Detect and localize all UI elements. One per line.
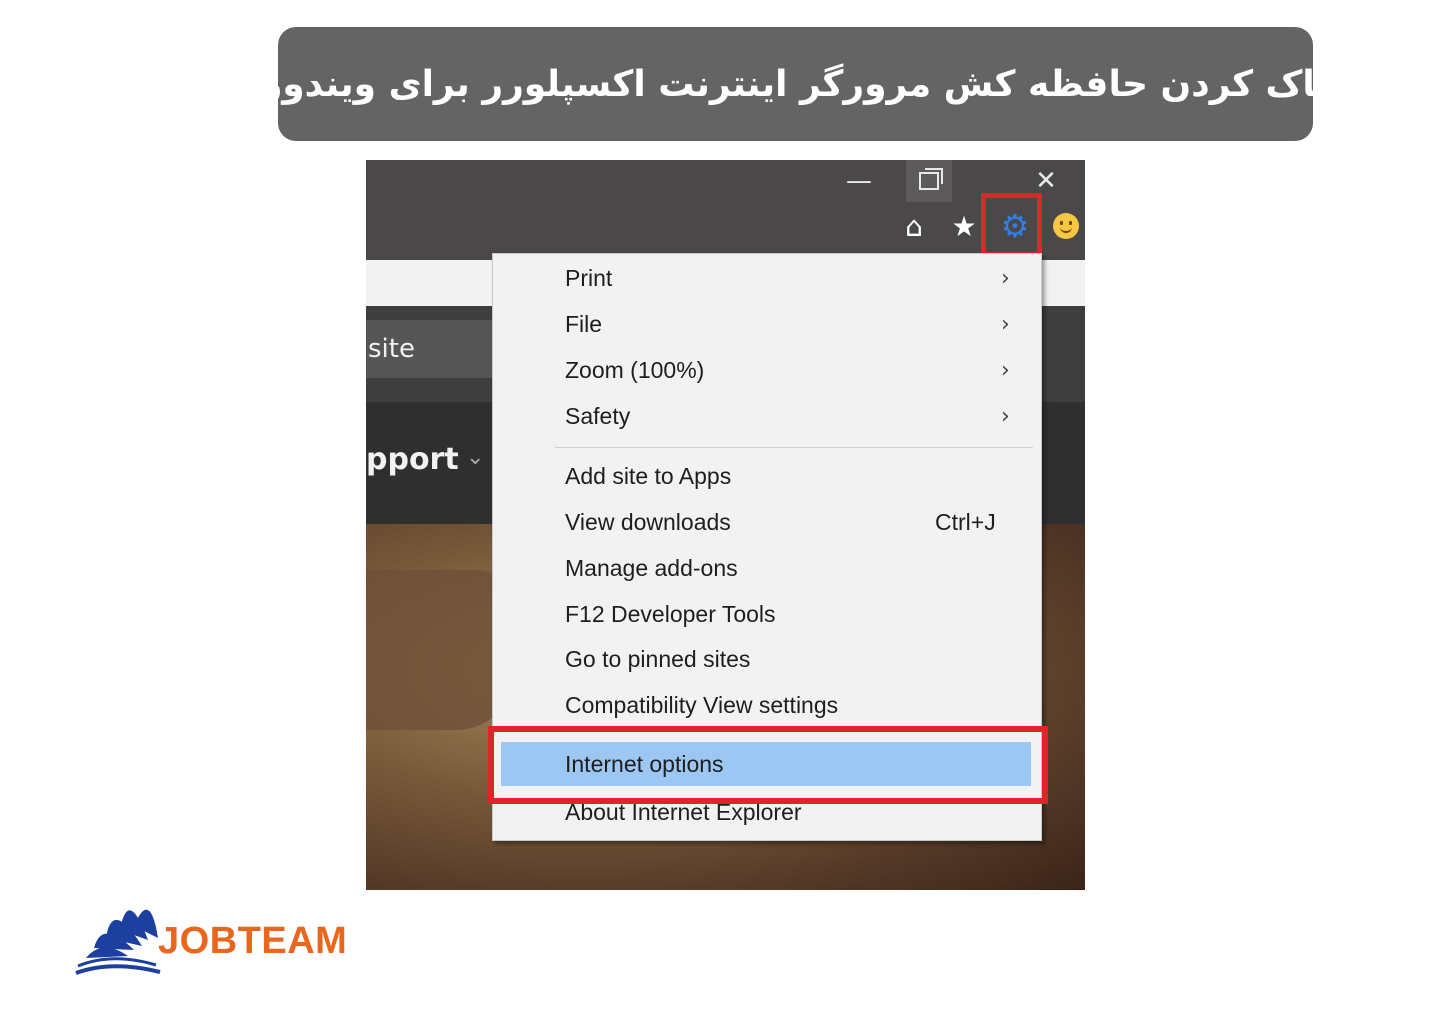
- menu-item-pinned-sites[interactable]: Go to pinned sites: [493, 637, 1041, 681]
- minimize-button[interactable]: —: [836, 160, 882, 202]
- minimize-icon: —: [846, 166, 872, 196]
- internet-options-highlight-box: [488, 726, 1048, 804]
- menu-item-label: File: [565, 310, 603, 337]
- menu-item-label: Safety: [565, 402, 631, 429]
- menu-item-label: View downloads: [565, 508, 731, 535]
- page-title: پاک کردن حافظه کش مرورگر اینترنت اکسپلور…: [261, 63, 1330, 105]
- menu-item-view-downloads[interactable]: View downloads Ctrl+J: [493, 500, 1041, 544]
- menu-item-label: Zoom (100%): [565, 356, 705, 383]
- menu-item-add-site-to-apps[interactable]: Add site to Apps: [493, 454, 1041, 498]
- chevron-down-icon: ⌄: [466, 445, 485, 470]
- menu-item-label: Manage add-ons: [565, 554, 738, 581]
- menu-item-safety[interactable]: Safety ›: [493, 394, 1041, 438]
- smiley-feedback-icon[interactable]: [1048, 208, 1084, 244]
- menu-item-manage-add-ons[interactable]: Manage add-ons: [493, 546, 1041, 590]
- home-icon[interactable]: ⌂: [896, 208, 932, 244]
- menu-item-developer-tools[interactable]: F12 Developer Tools: [493, 592, 1041, 636]
- menu-separator: [555, 447, 1033, 448]
- ie-screenshot: — ✕ ⌂ ★ ⚙ site pport ⌄ Print › File › Zo…: [366, 160, 1085, 890]
- menu-item-file[interactable]: File ›: [493, 302, 1041, 346]
- menu-item-print[interactable]: Print ›: [493, 256, 1041, 300]
- menu-item-compatibility-view[interactable]: Compatibility View settings: [493, 683, 1041, 727]
- menu-item-zoom[interactable]: Zoom (100%) ›: [493, 348, 1041, 392]
- restore-icon: [919, 168, 943, 190]
- chevron-right-icon: ›: [1001, 311, 1010, 337]
- restore-button[interactable]: [906, 160, 952, 202]
- jobteam-logo: JOBTEAM: [72, 868, 352, 983]
- chevron-right-icon: ›: [1001, 403, 1010, 429]
- chevron-right-icon: ›: [1001, 357, 1010, 383]
- favorites-star-icon[interactable]: ★: [946, 208, 982, 244]
- gear-highlight-box: [981, 193, 1042, 257]
- site-search-text: site: [368, 334, 415, 364]
- menu-item-label: Compatibility View settings: [565, 691, 839, 718]
- menu-item-label: Go to pinned sites: [565, 645, 751, 672]
- title-banner: پاک کردن حافظه کش مرورگر اینترنت اکسپلور…: [262, 27, 1329, 141]
- chevron-right-icon: ›: [1001, 265, 1010, 291]
- menu-item-label: F12 Developer Tools: [565, 600, 776, 627]
- menu-shortcut: Ctrl+J: [935, 508, 996, 535]
- book-logo-icon: [75, 909, 161, 975]
- logo-wordmark: JOBTEAM: [158, 920, 348, 962]
- menu-item-label: Add site to Apps: [565, 462, 732, 489]
- menu-item-label: Print: [565, 264, 613, 291]
- nav-support-link[interactable]: pport: [366, 442, 459, 477]
- close-icon: ✕: [1035, 166, 1057, 196]
